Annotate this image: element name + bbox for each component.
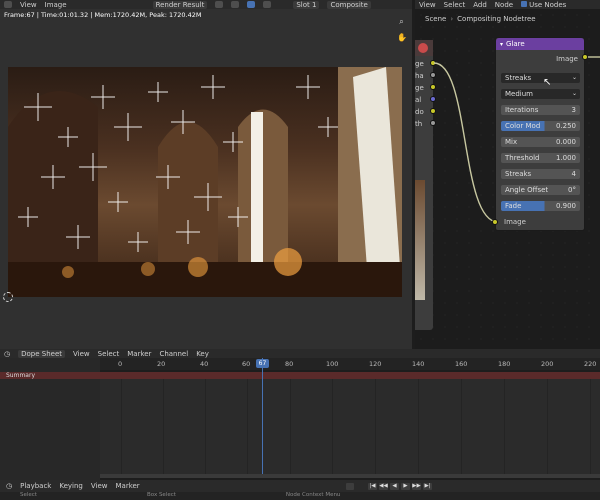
grid-line <box>121 379 122 475</box>
menu-playback[interactable]: Playback <box>20 482 51 490</box>
glare-output-socket[interactable] <box>582 54 588 60</box>
menu-key[interactable]: Key <box>196 350 209 358</box>
frame-tick: 220 <box>584 360 597 368</box>
play-reverse-icon[interactable]: ◀ <box>390 483 399 490</box>
grid-line <box>205 379 206 475</box>
frame-tick: 0 <box>118 360 123 368</box>
timeline-ruler[interactable] <box>100 358 600 370</box>
play-icon[interactable]: ▶ <box>401 483 410 490</box>
menu-keying[interactable]: Keying <box>59 482 83 490</box>
grid-line <box>590 379 591 475</box>
summary-label: Summary <box>6 372 35 379</box>
record-icon[interactable] <box>346 483 354 490</box>
mode-selector[interactable]: Dope Sheet <box>18 349 65 358</box>
status-select: Select <box>20 492 37 498</box>
dope-sheet-header: ◷ Dope Sheet View Select Marker Channel … <box>0 349 600 358</box>
menu-channel[interactable]: Channel <box>159 350 188 358</box>
summary-row[interactable] <box>0 372 600 379</box>
transport-controls: |◀ ◀◀ ◀ ▶ ▶▶ ▶| <box>368 483 432 490</box>
angle-offset-field[interactable]: Angle Offset 0° <box>501 185 580 195</box>
grid-line <box>290 379 291 475</box>
grid-line <box>375 379 376 475</box>
dropdown-arrow-icon: ⌄ <box>571 90 577 97</box>
editor-type-icon[interactable]: ◷ <box>4 350 10 358</box>
iterations-field[interactable]: Iterations 3 <box>501 105 580 115</box>
menu-view[interactable]: View <box>73 350 90 358</box>
jump-keyframe-forward-icon[interactable]: ▶▶ <box>412 483 421 490</box>
timeline-editor-icon[interactable]: ◷ <box>6 482 12 490</box>
menu-view[interactable]: View <box>91 482 108 490</box>
grid-line <box>418 379 419 475</box>
horizontal-scrollbar[interactable] <box>100 474 600 478</box>
frame-tick: 100 <box>326 360 339 368</box>
jump-start-icon[interactable]: |◀ <box>368 483 377 490</box>
grid-line <box>332 379 333 475</box>
quality-dropdown[interactable]: Medium ⌄ <box>501 89 580 99</box>
frame-tick: 120 <box>369 360 382 368</box>
playback-bar: ◷ Playback Keying View Marker <box>0 480 600 492</box>
grid-line <box>547 379 548 475</box>
menu-select[interactable]: Select <box>98 350 120 358</box>
frame-tick: 160 <box>455 360 468 368</box>
glare-node-title: Glare <box>506 40 525 48</box>
threshold-field[interactable]: Threshold 1.000 <box>501 153 580 163</box>
current-frame-indicator[interactable]: 67 <box>256 359 269 368</box>
mix-field[interactable]: Mix 0.000 <box>501 137 580 147</box>
menu-marker[interactable]: Marker <box>115 482 139 490</box>
glare-node-header[interactable]: ▾ Glare <box>496 38 584 50</box>
output-image-label: Image <box>556 55 578 63</box>
grid-line <box>461 379 462 475</box>
status-bar: Select Box Select Node Context Menu <box>0 492 600 500</box>
input-image-label: Image <box>504 218 526 226</box>
streaks-field[interactable]: Streaks 4 <box>501 169 580 179</box>
frame-tick: 60 <box>242 360 251 368</box>
jump-end-icon[interactable]: ▶| <box>423 483 432 490</box>
frame-tick: 40 <box>200 360 209 368</box>
dropdown-arrow-icon: ⌄ <box>571 74 577 81</box>
frame-tick: 80 <box>285 360 294 368</box>
grid-line <box>247 379 248 475</box>
jump-keyframe-back-icon[interactable]: ◀◀ <box>379 483 388 490</box>
mouse-pointer-icon: ↖ <box>543 77 552 88</box>
playhead[interactable] <box>262 358 263 475</box>
grid-line <box>163 379 164 475</box>
status-context-menu: Node Context Menu <box>285 492 341 498</box>
collapse-chevron-icon[interactable]: ▾ <box>500 41 503 48</box>
fade-field[interactable]: Fade 0.900 <box>501 201 580 211</box>
glare-input-socket[interactable] <box>492 219 498 225</box>
frame-tick: 200 <box>541 360 554 368</box>
status-box-select: Box Select <box>146 492 176 498</box>
frame-tick: 20 <box>157 360 166 368</box>
grid-line <box>504 379 505 475</box>
glare-node[interactable]: ▾ Glare Image Streaks ⌄ Medium ⌄ Iteration… <box>495 37 585 231</box>
glare-type-dropdown[interactable]: Streaks ⌄ <box>501 73 580 83</box>
menu-marker[interactable]: Marker <box>127 350 151 358</box>
frame-tick: 180 <box>498 360 511 368</box>
frame-tick: 140 <box>412 360 425 368</box>
keyframe-region[interactable] <box>100 379 600 475</box>
color-mod-field[interactable]: Color Mod 0.250 <box>501 121 580 131</box>
